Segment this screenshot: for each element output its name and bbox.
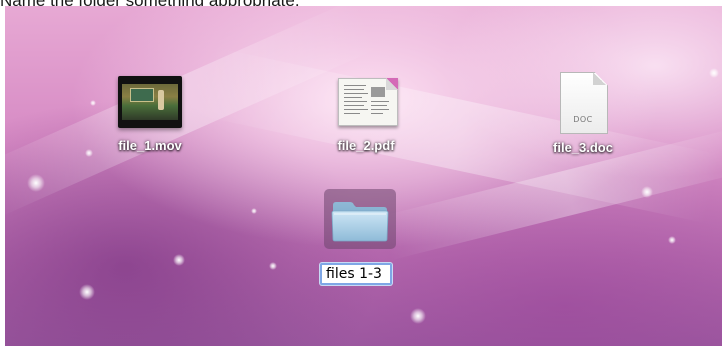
desktop-item-file-3[interactable]: DOC file_3.doc <box>533 72 633 155</box>
wallpaper-sparkle <box>269 262 277 270</box>
desktop-item-label: file_2.pdf <box>337 138 395 153</box>
wallpaper-sparkle <box>709 68 719 78</box>
wallpaper-sparkle <box>251 208 257 214</box>
wallpaper-sparkle <box>85 149 93 157</box>
wallpaper-sparkle <box>173 254 185 266</box>
wallpaper-sparkle <box>79 284 95 300</box>
desktop-item-label: file_1.mov <box>118 138 182 153</box>
folder-icon <box>331 202 389 242</box>
wallpaper-sparkle <box>668 236 676 244</box>
wallpaper-sparkle <box>90 100 96 106</box>
doc-file-icon: DOC <box>560 72 608 134</box>
wallpaper-sparkle <box>410 308 426 324</box>
wallpaper-sparkle <box>27 174 45 192</box>
desktop-item-file-1[interactable]: file_1.mov <box>100 76 200 153</box>
desktop[interactable] <box>5 6 722 346</box>
wallpaper-sparkle <box>641 186 653 198</box>
folder-name-input[interactable] <box>320 263 392 285</box>
doc-badge-text: DOC <box>573 115 593 124</box>
desktop-item-file-2[interactable]: file_2.pdf <box>316 76 416 153</box>
desktop-item-label: file_3.doc <box>553 140 613 155</box>
movie-file-icon <box>118 76 182 128</box>
pdf-file-icon <box>334 76 398 128</box>
